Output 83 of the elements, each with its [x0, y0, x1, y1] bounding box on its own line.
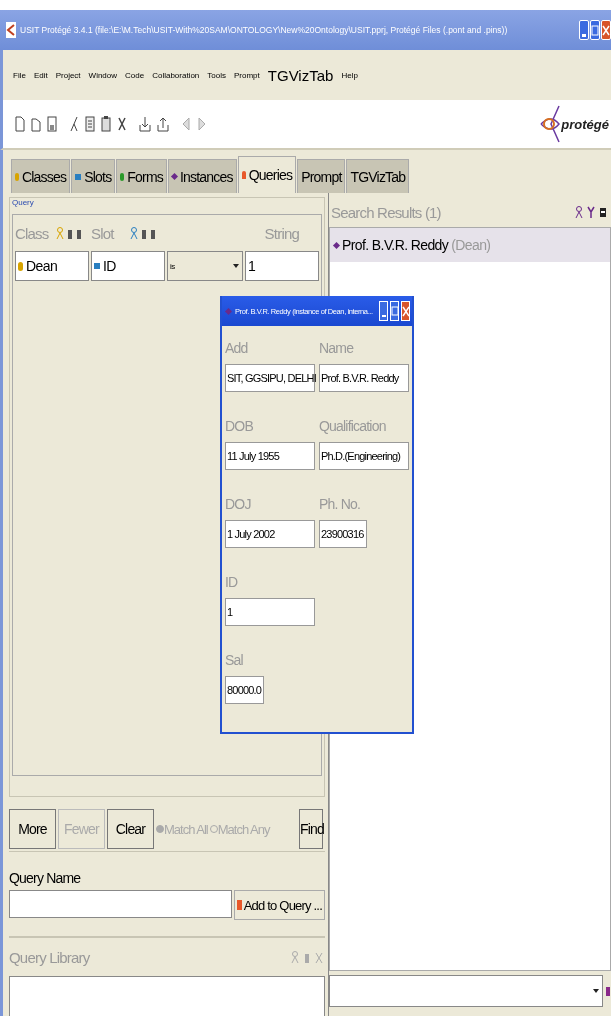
class-field[interactable]: Dean	[15, 251, 89, 281]
group-label: Query	[12, 198, 34, 207]
field-label: DOJ	[225, 495, 252, 514]
person-icon[interactable]	[130, 227, 138, 239]
copy-icon[interactable]	[85, 116, 95, 132]
menu-item[interactable]: Edit	[33, 70, 48, 80]
logo-icon	[539, 104, 562, 144]
tab[interactable]: Slots	[71, 159, 116, 193]
column-header: Class	[15, 224, 50, 242]
caret-icon	[233, 264, 239, 268]
dropdown[interactable]	[329, 975, 603, 1007]
operator-dropdown[interactable]: is	[167, 251, 243, 281]
result-item[interactable]: Prof. B.V.R. Reddy (Dean)	[330, 228, 610, 262]
minimize-icon	[381, 315, 386, 317]
menu-item[interactable]: File	[13, 70, 26, 80]
column-header: String	[264, 224, 299, 242]
maximize-icon	[391, 304, 398, 318]
field-label: Ph. No.	[319, 495, 362, 514]
maximize-icon	[591, 23, 599, 37]
tab[interactable]: TGVizTab	[346, 159, 410, 193]
export-icon[interactable]	[157, 116, 169, 132]
import-icon[interactable]	[139, 116, 151, 132]
tab[interactable]: Instances	[168, 159, 237, 193]
query-button[interactable]: More	[9, 809, 56, 849]
maximize-button[interactable]	[590, 20, 600, 40]
branch-icon[interactable]	[587, 206, 595, 218]
caret-icon	[593, 989, 599, 993]
paste-icon[interactable]	[101, 116, 111, 132]
menu-item[interactable]: TGVizTab	[267, 66, 334, 84]
value-field[interactable]: 1	[245, 251, 319, 281]
column-header: Slot	[91, 224, 116, 242]
query-list[interactable]	[9, 976, 325, 1016]
menu-item[interactable]: Prompt	[234, 70, 260, 80]
close-icon	[402, 304, 409, 318]
field-label: Qualification	[319, 417, 387, 436]
close-icon	[602, 23, 610, 37]
minimize-button[interactable]	[379, 301, 388, 321]
scissors-icon[interactable]	[69, 116, 79, 132]
field-label: ID	[225, 573, 239, 592]
value-field[interactable]: SIT, GGSIPU, DELHI	[225, 364, 315, 392]
open-folder-icon[interactable]	[31, 116, 41, 132]
query-name-field[interactable]	[9, 890, 232, 918]
field-label: Sal	[225, 651, 244, 670]
app-icon	[6, 22, 16, 38]
find-button[interactable]: Find	[299, 809, 323, 849]
value-field[interactable]: Ph.D.(Engineering)	[319, 442, 409, 470]
tab[interactable]: Classes	[11, 159, 71, 193]
tab[interactable]: Queries	[237, 156, 297, 193]
maximize-button[interactable]	[390, 301, 399, 321]
person-icon[interactable]	[575, 206, 583, 218]
value-field[interactable]: Prof. B.V.R. Reddy	[319, 364, 409, 392]
menu-item[interactable]: Code	[125, 70, 145, 80]
value-field[interactable]: 1 July 2002	[225, 520, 315, 548]
minimize-button[interactable]	[579, 20, 589, 40]
value-field[interactable]: 23900316	[319, 520, 367, 548]
field-label: DOB	[225, 417, 254, 436]
menu-item[interactable]: Help	[341, 70, 358, 80]
value-field[interactable]: 11 July 1955	[225, 442, 315, 470]
field-label: Query Name	[9, 870, 82, 886]
menu-item[interactable]: Tools	[207, 70, 226, 80]
panel-title: Search Results (1)	[331, 203, 441, 221]
value-field[interactable]: 80000.0	[225, 676, 265, 704]
close-button[interactable]	[401, 301, 410, 321]
menu-item[interactable]: Window	[88, 70, 118, 80]
query-button[interactable]: Clear	[107, 809, 154, 849]
close-button[interactable]	[601, 20, 611, 40]
add-to-query-button[interactable]: Add to Query ...	[233, 890, 325, 920]
slot-field[interactable]: ID	[91, 251, 166, 281]
window-title: USIT Protégé 3.4.1 (file:\E:\M.Tech\USIT-With%20SAM\ONTOLOGY\New%20Ontology\USIT.pprj, Protégé Files (.pont and .pins))	[20, 25, 508, 35]
tab[interactable]: Prompt	[297, 159, 346, 193]
menu-item[interactable]: Collaboration	[152, 70, 200, 80]
save-icon[interactable]	[47, 116, 57, 132]
minimize-icon	[582, 33, 586, 37]
new-file-icon[interactable]	[15, 116, 25, 132]
tab[interactable]: Forms	[116, 159, 167, 193]
delete-icon[interactable]	[117, 116, 127, 132]
logo-text: protégé	[561, 116, 609, 132]
field-label: Name	[319, 339, 355, 358]
menu-item[interactable]: Project	[55, 70, 81, 80]
panel-title: Query Library	[9, 948, 90, 966]
value-field[interactable]: 1	[225, 598, 315, 626]
field-label: Add	[225, 339, 249, 358]
panel-icon[interactable]	[599, 206, 607, 218]
